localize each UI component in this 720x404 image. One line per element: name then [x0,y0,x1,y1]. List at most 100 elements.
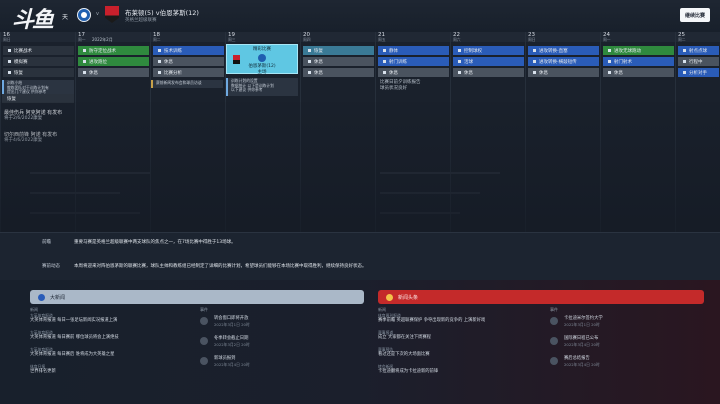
news-item[interactable]: 赛事预告 看过还是下次的大场面比赛 [378,347,538,358]
training-slot[interactable]: 射点点球 [678,46,719,55]
matchday-report-note[interactable]: 比赛日前夕训练报告 球员状况良好 [380,80,421,92]
event-icon [550,357,558,365]
injury-note[interactable]: 切尔西前锋 阿诺 有发布 将于4/6/2022康复 [4,132,57,144]
training-plan-note[interactable]: 训练计划的设置 数据统计 以下是训练计划 以下建议 供你参考 [226,78,298,96]
app-logo[interactable]: 斗鱼 [12,2,54,34]
match-title[interactable]: 布莱顿(5) v伯恩茅斯(12) [125,7,199,17]
training-slot[interactable]: 模拟赛 [3,57,74,66]
training-slot[interactable]: 射门训练 [378,57,449,66]
event-item[interactable]: 转会窗口即将开放 2022年3月1日 20时 [200,316,350,327]
training-slot[interactable]: 进攻无球跑动 [603,46,674,55]
training-slot[interactable]: 进攻转换-直塞 [528,46,599,55]
training-slot[interactable]: 休息 [453,68,524,77]
pin-icon [533,49,536,52]
press-conference-note[interactable]: 赛前新闻发布会和球员访谈 [151,80,223,88]
pin-icon [8,71,11,74]
top-bar: 斗鱼 天 v 布莱顿(5) v伯恩茅斯(12) 英格兰超级联赛 继续比赛 [0,0,720,34]
training-slot[interactable]: 恢复 [303,46,374,55]
pin-icon [8,60,11,63]
calendar-day[interactable]: 21 周五 静体 射门训练 休息 [375,32,450,232]
training-slot[interactable]: 比赛分析 [153,68,224,77]
training-slot[interactable]: 防守定位战术 [78,46,149,55]
training-slot[interactable]: 比赛战术 [3,46,74,55]
event-icon [550,317,558,325]
home-team-crest-icon[interactable] [77,8,91,22]
news-item[interactable]: 大英体育报道 大英体育报道 每日一张足坛新闻实况报道上演 [30,313,190,324]
training-slot[interactable]: 静体 [378,46,449,55]
training-slot[interactable]: 休息 [78,68,149,77]
training-slot[interactable]: 技术训练 [153,46,224,55]
pin-icon [158,71,161,74]
divider [30,212,140,214]
match-day-card[interactable]: 精彩比赛 伯恩茅斯(12) 主场 [226,44,298,75]
training-slot[interactable]: 休息 [153,57,224,66]
training-slot[interactable]: 分析对手 [678,68,719,77]
training-slot[interactable]: 控制球权 [453,46,524,55]
match-card-label: 精彩比赛 [253,47,271,52]
news-item[interactable]: 大英体育报道 大英体育报道 每日赛前 哪位球员将会上演绝技 [30,330,190,341]
home-team-crest-icon [258,54,266,62]
logo-subtext: 天 [62,14,69,21]
event-item[interactable]: 新球员报到 2022年3月4日 20时 [200,356,350,367]
away-team-crest-icon[interactable] [105,6,119,23]
training-slot[interactable]: 休息 [528,68,599,77]
training-slot[interactable]: 休息 [603,68,674,77]
event-item[interactable]: 国际赛日程已公布 2022年3月4日 20时 [550,336,700,347]
pin-icon [308,71,311,74]
news-panels: 大新闻 新闻 事件 大英体育报道 大英体育报道 每日一张足坛新闻实况报道上演 大… [0,280,720,404]
divider [30,172,150,174]
news-item[interactable]: 转会新闻 卡拉迪翻将成为卡拉迪新的前锋 [378,364,538,375]
news-item[interactable]: 赛事报道 成立 大家都在关注下周赛程 [378,330,538,341]
event-item[interactable]: 冬季转会截止日期 2022年3月2日 20时 [200,336,350,347]
calendar-day[interactable]: 23 周日 进攻转换-直塞 进攻转换-横敲短传 休息 [525,32,600,232]
training-slot[interactable]: 恢复 [3,68,74,77]
month-label: 2022年2月 [92,37,113,42]
big-news-header[interactable]: 大新闻 [30,290,364,304]
pin-icon [83,60,86,63]
training-slot[interactable]: 射门射术 [603,57,674,66]
news-icon [386,293,393,301]
headlines-header[interactable]: 新闻头条 [378,290,704,304]
calendar-day[interactable]: 17 周一 防守定位战术 进攻跑位 休息 [75,32,150,232]
news-item[interactable]: 体育日报 世界排名更新 [30,364,190,375]
pin-icon [83,71,86,74]
calendar-day[interactable]: 22 周六 控制球权 活球 休息 [450,32,525,232]
day-header: 23 周日 [526,32,600,42]
divider [380,212,460,214]
news-item[interactable]: 大英体育报道 大英体育报道 每日赛后 谁将成为大英雄之星 [30,347,190,358]
pin-icon [458,60,461,63]
training-slot[interactable]: 活球 [453,57,524,66]
training-slot[interactable]: 休息 [303,68,374,77]
events-column-title: 事件 [550,307,558,312]
training-slot[interactable]: 行程中 [678,57,719,66]
divider [380,172,500,174]
calendar-day[interactable]: 24 周一 进攻无球跑动 射门射术 休息 [600,32,675,232]
day-header: 21 周五 [376,32,450,42]
calendar-day[interactable]: 20 周四 恢复 休息 休息 [300,32,375,232]
news-item[interactable]: 体育周刊报道 赛季前瞻 英超联赛保护 争夺出现新的竞争的 上演新好戏 [378,313,538,324]
day-header: 22 周六 [451,32,525,42]
day-header: 25 周二 [676,32,720,42]
divider [30,192,120,194]
day-header: 20 周四 [301,32,375,42]
training-slot[interactable]: 休息 [378,68,449,77]
event-item[interactable]: 卡拉迪米尔签约大学 2022年3月1日 20时 [550,316,700,327]
preview-text: 重要马赛是英格兰超级联赛中两支球队的焦点之一，在7场比赛中得胜于13场球。 [74,240,236,245]
continue-button[interactable]: 继续比赛 [680,8,710,22]
weekday-name: 周二 [153,37,161,42]
pin-icon [683,71,686,74]
calendar-day[interactable]: 25 周二 射点点球 行程中 分析对手 [675,32,720,232]
recovery-slot[interactable]: 恢复 [2,94,74,103]
training-slot[interactable]: 进攻跑位 [78,57,149,66]
day-header: 17 周一 [76,32,150,42]
training-slot[interactable]: 休息 [303,57,374,66]
pin-icon [308,49,311,52]
calendar-day[interactable]: 18 周二 技术训练 休息 比赛分析 [150,32,225,232]
pin-icon [383,49,386,52]
pin-icon [383,71,386,74]
event-item[interactable]: 赛后总结报告 2022年3月4日 20时 [550,356,700,367]
pin-icon [83,49,86,52]
pin-icon [458,49,461,52]
training-slot[interactable]: 进攻转换-横敲短传 [528,57,599,66]
injury-note[interactable]: 最佳伤兵 阿克阿诺 有发布 将于2/6/2022康复 [4,110,62,122]
